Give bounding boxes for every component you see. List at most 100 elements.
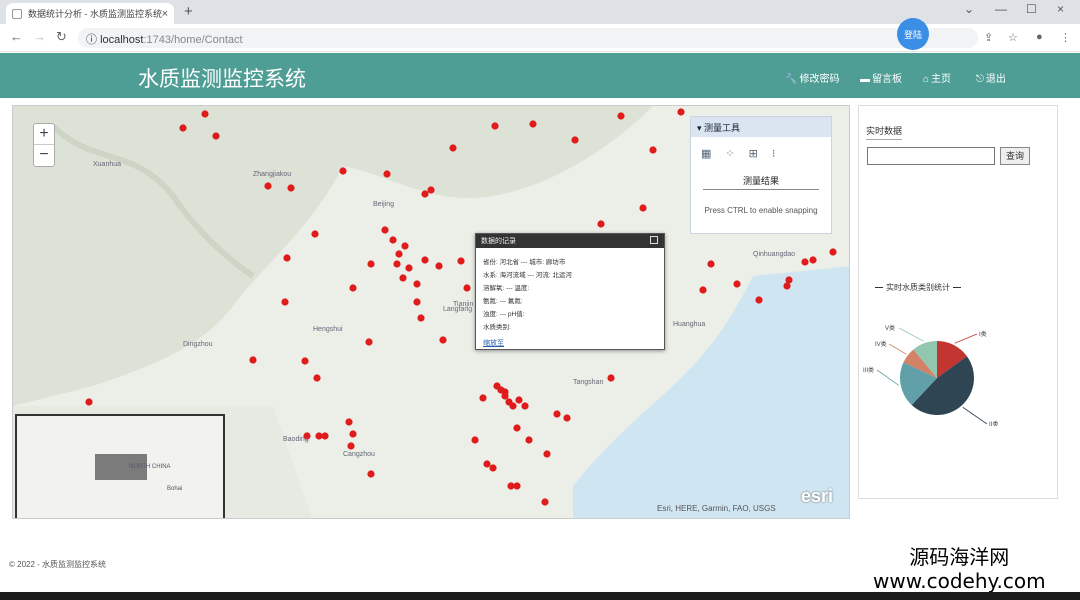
- station-marker[interactable]: [383, 170, 391, 178]
- station-marker[interactable]: [365, 338, 373, 346]
- station-marker[interactable]: [435, 262, 443, 270]
- station-marker[interactable]: [491, 122, 499, 130]
- station-marker[interactable]: [347, 442, 355, 450]
- station-marker[interactable]: [212, 132, 220, 140]
- station-marker[interactable]: [463, 284, 471, 292]
- station-marker[interactable]: [401, 242, 409, 250]
- avatar[interactable]: 登陆: [897, 18, 929, 50]
- area-measure-icon[interactable]: ▦: [701, 147, 711, 160]
- station-marker[interactable]: [509, 402, 517, 410]
- station-marker[interactable]: [563, 414, 571, 422]
- station-marker[interactable]: [281, 298, 289, 306]
- station-marker[interactable]: [707, 260, 715, 268]
- station-marker[interactable]: [249, 356, 257, 364]
- station-marker[interactable]: [607, 374, 615, 382]
- station-marker[interactable]: [389, 236, 397, 244]
- distance-measure-icon[interactable]: ⁘: [725, 147, 734, 160]
- station-marker[interactable]: [413, 298, 421, 306]
- overview-map[interactable]: NORTH CHINA Bohai: [15, 414, 225, 518]
- station-marker[interactable]: [395, 250, 403, 258]
- zoom-to-link[interactable]: 缩放至: [476, 332, 664, 354]
- station-marker[interactable]: [785, 276, 793, 284]
- station-marker[interactable]: [513, 482, 521, 490]
- star-icon[interactable]: ☆: [1008, 31, 1018, 44]
- station-marker[interactable]: [501, 388, 509, 396]
- zoom-out-button[interactable]: −: [34, 145, 54, 166]
- new-tab-button[interactable]: +: [184, 3, 193, 20]
- station-marker[interactable]: [529, 120, 537, 128]
- tab-close-icon[interactable]: ×: [162, 8, 168, 20]
- station-marker[interactable]: [311, 230, 319, 238]
- station-marker[interactable]: [489, 464, 497, 472]
- nav-home[interactable]: ⌂ 主页: [923, 70, 951, 85]
- measure-tool-header[interactable]: ▾ 测量工具: [691, 117, 831, 137]
- station-marker[interactable]: [755, 296, 763, 304]
- share-icon[interactable]: ⇪: [984, 31, 993, 44]
- minimize-button[interactable]: —: [995, 2, 1007, 16]
- station-marker[interactable]: [521, 402, 529, 410]
- location-measure-icon[interactable]: ⊞: [749, 147, 758, 160]
- station-marker[interactable]: [367, 260, 375, 268]
- url-input[interactable]: ⓘ localhost:1743/home/Contact: [78, 28, 978, 48]
- brand-title[interactable]: 水质监测监控系统: [138, 63, 306, 93]
- station-marker[interactable]: [699, 286, 707, 294]
- maximize-icon[interactable]: [650, 236, 658, 244]
- station-marker[interactable]: [313, 374, 321, 382]
- station-marker[interactable]: [421, 190, 429, 198]
- station-marker[interactable]: [617, 112, 625, 120]
- station-marker[interactable]: [287, 184, 295, 192]
- station-marker[interactable]: [801, 258, 809, 266]
- nav-message-board[interactable]: ▬ 留言板: [860, 70, 902, 85]
- station-marker[interactable]: [639, 204, 647, 212]
- station-marker[interactable]: [264, 182, 272, 190]
- station-marker[interactable]: [413, 280, 421, 288]
- nav-change-password[interactable]: 🔧 修改密码: [785, 70, 839, 85]
- station-marker[interactable]: [677, 108, 685, 116]
- station-marker[interactable]: [427, 186, 435, 194]
- station-marker[interactable]: [179, 124, 187, 132]
- search-input[interactable]: [867, 147, 995, 165]
- station-marker[interactable]: [553, 410, 561, 418]
- menu-icon[interactable]: ⋮: [1060, 31, 1071, 44]
- station-marker[interactable]: [421, 256, 429, 264]
- units-dropdown-icon[interactable]: ⁝: [772, 147, 776, 160]
- back-arrow-icon[interactable]: ←: [10, 29, 23, 44]
- station-marker[interactable]: [417, 314, 425, 322]
- station-marker[interactable]: [381, 226, 389, 234]
- station-marker[interactable]: [457, 257, 465, 265]
- station-marker[interactable]: [809, 256, 817, 264]
- station-marker[interactable]: [571, 136, 579, 144]
- station-marker[interactable]: [733, 280, 741, 288]
- station-marker[interactable]: [525, 436, 533, 444]
- station-marker[interactable]: [283, 254, 291, 262]
- station-marker[interactable]: [541, 498, 549, 506]
- chevron-down-icon[interactable]: ⌄: [964, 2, 974, 16]
- station-marker[interactable]: [85, 398, 93, 406]
- station-marker[interactable]: [399, 274, 407, 282]
- station-marker[interactable]: [483, 460, 491, 468]
- station-marker[interactable]: [649, 146, 657, 154]
- profile-icon[interactable]: ●: [1036, 31, 1043, 43]
- station-marker[interactable]: [471, 436, 479, 444]
- station-marker[interactable]: [201, 110, 209, 118]
- station-marker[interactable]: [349, 284, 357, 292]
- browser-tab[interactable]: 数据统计分析 - 水质监测监控系统 ×: [6, 3, 174, 24]
- station-marker[interactable]: [515, 396, 523, 404]
- maximize-button[interactable]: ☐: [1026, 2, 1037, 16]
- station-marker[interactable]: [393, 260, 401, 268]
- nav-logout[interactable]: ⎋ 退出: [976, 70, 1006, 85]
- station-marker[interactable]: [479, 394, 487, 402]
- zoom-in-button[interactable]: +: [34, 124, 54, 145]
- station-marker[interactable]: [349, 430, 357, 438]
- forward-arrow-icon[interactable]: →: [33, 29, 46, 44]
- map-view[interactable]: Xuanhua Zhangjiakou Beijing Tianjin Langfang…: [12, 105, 850, 519]
- station-marker[interactable]: [339, 167, 347, 175]
- station-marker[interactable]: [597, 220, 605, 228]
- station-marker[interactable]: [367, 470, 375, 478]
- reload-icon[interactable]: ↻: [56, 29, 67, 45]
- station-marker[interactable]: [543, 450, 551, 458]
- station-marker[interactable]: [301, 357, 309, 365]
- station-marker[interactable]: [439, 336, 447, 344]
- close-window-button[interactable]: ×: [1057, 2, 1064, 16]
- station-marker[interactable]: [449, 144, 457, 152]
